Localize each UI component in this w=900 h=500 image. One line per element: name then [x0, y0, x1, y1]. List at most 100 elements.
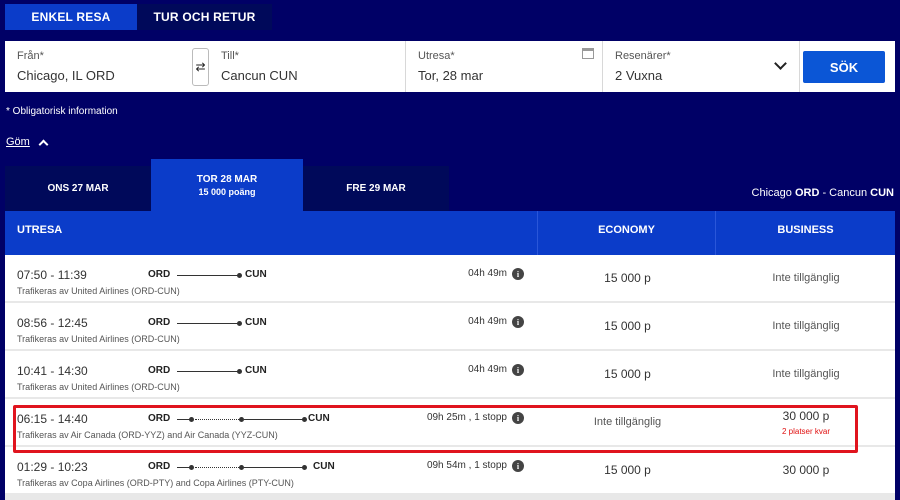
flight-info: 08:56 - 12:45 ORD CUN 04h 49m i Trafiker…	[5, 303, 538, 349]
date-tabs: ONS 27 MAR TOR 28 MAR 15 000 poäng FRE 2…	[5, 159, 449, 211]
tab-round-trip[interactable]: TUR OCH RETUR	[137, 4, 272, 30]
flight-time: 06:15 - 14:40	[17, 412, 88, 426]
route-layover	[195, 467, 239, 468]
flight-row[interactable]: 10:41 - 14:30 ORD CUN 04h 49m i Trafiker…	[5, 351, 895, 397]
route-dot	[237, 273, 242, 278]
economy-price[interactable]: 15 000 p	[539, 255, 716, 301]
business-price-value: Inte tillgänglig	[772, 320, 840, 332]
business-price: Inte tillgänglig	[717, 303, 895, 349]
route-to-code: CUN	[870, 187, 894, 199]
info-icon[interactable]: i	[512, 412, 524, 424]
flight-destination: CUN	[245, 317, 267, 328]
route-from-city: Chicago	[751, 187, 792, 199]
date-value[interactable]: Tor, 28 mar	[418, 68, 590, 83]
column-business: BUSINESS	[777, 224, 834, 236]
economy-price-value[interactable]: 15 000 p	[604, 463, 651, 477]
flight-operator: Trafikeras av United Airlines (ORD-CUN)	[17, 286, 180, 296]
flight-info: 01:29 - 10:23 ORD CUN 09h 54m , 1 stopp …	[5, 447, 538, 493]
hide-link[interactable]: Göm	[6, 136, 49, 149]
passengers-field[interactable]: Resenärer* 2 Vuxna	[603, 41, 799, 92]
flight-info: 07:50 - 11:39 ORD CUN 04h 49m i Trafiker…	[5, 255, 538, 301]
passengers-label: Resenärer*	[615, 50, 671, 62]
from-field[interactable]: Från* Chicago, IL ORD	[5, 41, 192, 92]
flight-time: 08:56 - 12:45	[17, 316, 88, 330]
economy-price[interactable]: 15 000 p	[539, 351, 716, 397]
search-form: Från* Chicago, IL ORD ⇄ Till* Cancun CUN…	[5, 41, 895, 92]
flight-origin: ORD	[148, 413, 171, 424]
business-price: Inte tillgänglig	[717, 351, 895, 397]
field-divider	[799, 41, 800, 92]
business-price[interactable]: 30 000 p	[717, 447, 895, 493]
info-icon[interactable]: i	[512, 316, 524, 328]
results-header: UTRESA ECONOMY BUSINESS	[5, 211, 895, 255]
route-dot	[237, 369, 242, 374]
from-label: Från*	[17, 50, 44, 62]
date-tab-prev[interactable]: ONS 27 MAR	[5, 166, 151, 211]
flight-row[interactable]: 06:15 - 14:40 ORD CUN 09h 25m , 1 stopp …	[5, 399, 895, 445]
flight-duration: 04h 49m	[468, 316, 507, 327]
flight-row[interactable]: 07:50 - 11:39 ORD CUN 04h 49m i Trafiker…	[5, 255, 895, 301]
business-price: Inte tillgänglig	[717, 255, 895, 301]
hide-link-label[interactable]: Göm	[6, 136, 30, 148]
route-dot	[302, 465, 307, 470]
to-field[interactable]: Till* Cancun CUN	[209, 41, 405, 92]
from-value[interactable]: Chicago, IL ORD	[17, 68, 180, 83]
route-line	[177, 323, 239, 324]
economy-price-value[interactable]: 15 000 p	[604, 271, 651, 285]
search-button[interactable]: SÖK	[803, 51, 885, 83]
economy-price[interactable]: 15 000 p	[539, 303, 716, 349]
to-label: Till*	[221, 50, 239, 62]
date-field[interactable]: Utresa* Tor, 28 mar	[406, 41, 602, 92]
date-tab-selected[interactable]: TOR 28 MAR 15 000 poäng	[151, 159, 303, 211]
flight-time: 07:50 - 11:39	[17, 268, 87, 282]
flight-destination: CUN	[313, 461, 335, 472]
tab-one-way[interactable]: ENKEL RESA	[5, 4, 137, 30]
flight-operator: Trafikeras av Copa Airlines (ORD-PTY) an…	[17, 478, 294, 488]
trip-type-tabs: ENKEL RESA TUR OCH RETUR	[5, 4, 272, 30]
economy-price-value[interactable]: 15 000 p	[604, 367, 651, 381]
flight-origin: ORD	[148, 461, 171, 472]
date-tab-points: 15 000 poäng	[198, 186, 256, 197]
passengers-value[interactable]: 2 Vuxna	[615, 68, 787, 83]
flight-operator: Trafikeras av Air Canada (ORD-YYZ) and A…	[17, 430, 278, 440]
flight-origin: ORD	[148, 317, 171, 328]
business-price[interactable]: 30 000 p 2 platser kvar	[717, 399, 895, 445]
date-tab-label: FRE 29 MAR	[346, 183, 406, 194]
route-line	[244, 419, 304, 420]
route-separator: -	[819, 187, 830, 199]
flight-operator: Trafikeras av United Airlines (ORD-CUN)	[17, 382, 180, 392]
economy-price-value[interactable]: 15 000 p	[604, 319, 651, 333]
to-value[interactable]: Cancun CUN	[221, 68, 393, 83]
route-line	[177, 371, 239, 372]
column-economy: ECONOMY	[538, 211, 716, 255]
route-from-code: ORD	[794, 187, 820, 199]
flight-origin: ORD	[148, 365, 171, 376]
economy-price[interactable]: 15 000 p	[539, 447, 716, 493]
flight-origin: ORD	[148, 269, 171, 280]
flight-info: 06:15 - 14:40 ORD CUN 09h 25m , 1 stopp …	[5, 399, 538, 445]
date-tab-label: ONS 27 MAR	[47, 183, 109, 194]
swap-icon[interactable]: ⇄	[192, 48, 209, 86]
economy-price: Inte tillgänglig	[539, 399, 716, 445]
info-icon[interactable]: i	[512, 364, 524, 376]
info-icon[interactable]: i	[512, 460, 524, 472]
date-tab-label: TOR 28 MAR	[196, 173, 258, 185]
date-tab-next[interactable]: FRE 29 MAR	[303, 166, 449, 211]
business-price-value: Inte tillgänglig	[772, 272, 840, 284]
info-icon[interactable]: i	[512, 268, 524, 280]
calendar-icon[interactable]	[582, 48, 594, 59]
column-outbound: UTRESA	[5, 211, 538, 255]
flight-row[interactable]: 08:56 - 12:45 ORD CUN 04h 49m i Trafiker…	[5, 303, 895, 349]
business-price-value: Inte tillgänglig	[772, 368, 840, 380]
business-price-value[interactable]: 30 000 p	[783, 409, 830, 423]
results-table: UTRESA ECONOMY BUSINESS 07:50 - 11:39 OR…	[5, 211, 895, 500]
flight-destination: CUN	[245, 365, 267, 376]
flight-row[interactable]: 01:29 - 10:23 ORD CUN 09h 54m , 1 stopp …	[5, 447, 895, 493]
route-dot	[237, 321, 242, 326]
business-price-value[interactable]: 30 000 p	[783, 463, 830, 477]
chevron-up-icon[interactable]	[38, 139, 49, 149]
flight-operator: Trafikeras av United Airlines (ORD-CUN)	[17, 334, 180, 344]
route-summary: Chicago ORD - Cancun CUN	[752, 187, 894, 199]
flight-destination: CUN	[245, 269, 267, 280]
flight-destination: CUN	[308, 413, 330, 424]
